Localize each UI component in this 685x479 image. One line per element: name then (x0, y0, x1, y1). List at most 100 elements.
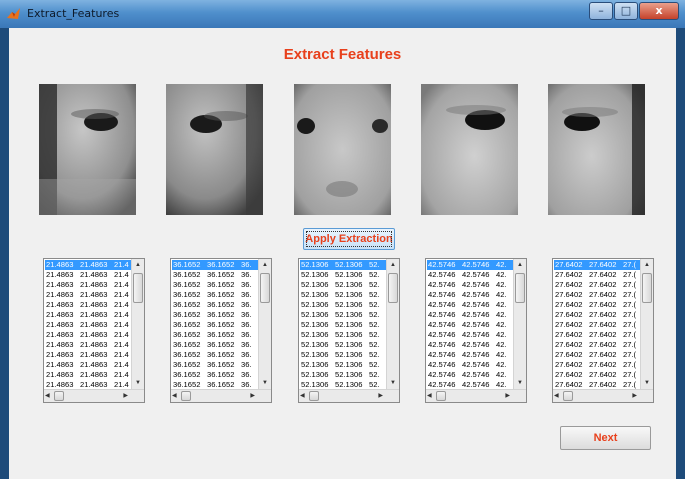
list-item[interactable]: 42.5746 42.5746 42. (427, 260, 513, 270)
list-item[interactable]: 21.4863 21.4863 21.4 (45, 270, 131, 280)
list-item[interactable]: 27.6402 27.6402 27.( (554, 310, 640, 320)
maximize-button[interactable]: □ (614, 2, 638, 20)
feature-list-2[interactable]: 36.1652 36.1652 36. 36.1652 36.1652 36. 36.165… (170, 258, 272, 403)
list-item[interactable]: 52.1306 52.1306 52. (300, 320, 386, 330)
list-item[interactable]: 52.1306 52.1306 52. (300, 330, 386, 340)
next-button[interactable]: Next (560, 426, 651, 450)
scroll-right-icon[interactable]: ▶ (632, 390, 637, 402)
scroll-up-icon[interactable]: ▲ (387, 259, 399, 271)
scroll-right-icon[interactable]: ▶ (123, 390, 128, 402)
list-item[interactable]: 36.1652 36.1652 36. (172, 310, 258, 320)
list-item[interactable]: 21.4863 21.4863 21.4 (45, 340, 131, 350)
list-item[interactable]: 27.6402 27.6402 27.( (554, 300, 640, 310)
feature-list-5[interactable]: 27.6402 27.6402 27.(27.6402 27.6402 27.(27.6… (552, 258, 654, 403)
scroll-up-icon[interactable]: ▲ (132, 259, 144, 271)
list-item[interactable]: 42.5746 42.5746 42. (427, 300, 513, 310)
list-item[interactable]: 27.6402 27.6402 27.( (554, 260, 640, 270)
scroll-thumb[interactable] (133, 273, 143, 303)
scroll-up-icon[interactable]: ▲ (514, 259, 526, 271)
list-item[interactable]: 27.6402 27.6402 27.( (554, 370, 640, 380)
list-item[interactable]: 52.1306 52.1306 52. (300, 280, 386, 290)
scroll-down-icon[interactable]: ▼ (387, 377, 399, 389)
list-item[interactable]: 27.6402 27.6402 27.( (554, 350, 640, 360)
list-item[interactable]: 36.1652 36.1652 36. (172, 260, 258, 270)
scroll-down-icon[interactable]: ▼ (514, 377, 526, 389)
vertical-scrollbar[interactable]: ▲ ▼ (513, 259, 526, 389)
list-item[interactable]: 27.6402 27.6402 27.( (554, 360, 640, 370)
scroll-left-icon[interactable]: ◀ (427, 390, 432, 402)
minimize-button[interactable]: – (589, 2, 613, 20)
scroll-left-icon[interactable]: ◀ (554, 390, 559, 402)
scroll-left-icon[interactable]: ◀ (300, 390, 305, 402)
scroll-left-icon[interactable]: ◀ (172, 390, 177, 402)
list-item[interactable]: 42.5746 42.5746 42. (427, 330, 513, 340)
list-item[interactable]: 52.1306 52.1306 52. (300, 260, 386, 270)
list-item[interactable]: 27.6402 27.6402 27.( (554, 320, 640, 330)
scroll-thumb[interactable] (563, 391, 573, 401)
list-item[interactable]: 52.1306 52.1306 52. (300, 340, 386, 350)
list-item[interactable]: 52.1306 52.1306 52. (300, 290, 386, 300)
vertical-scrollbar[interactable]: ▲ ▼ (131, 259, 144, 389)
scroll-up-icon[interactable]: ▲ (641, 259, 653, 271)
list-item[interactable]: 21.4863 21.4863 21.4 (45, 330, 131, 340)
list-item[interactable]: 21.4863 21.4863 21.4 (45, 260, 131, 270)
scroll-thumb[interactable] (181, 391, 191, 401)
vertical-scrollbar[interactable]: ▲ ▼ (258, 259, 271, 389)
list-item[interactable]: 42.5746 42.5746 42. (427, 310, 513, 320)
list-item[interactable]: 52.1306 52.1306 52. (300, 360, 386, 370)
scroll-down-icon[interactable]: ▼ (641, 377, 653, 389)
list-item[interactable]: 27.6402 27.6402 27.( (554, 290, 640, 300)
feature-list-1[interactable]: 21.4863 21.4863 21.4 21.4863 21.4863 21.4 21.4… (43, 258, 145, 403)
scroll-thumb[interactable] (436, 391, 446, 401)
list-item[interactable]: 52.1306 52.1306 52. (300, 370, 386, 380)
list-item[interactable]: 27.6402 27.6402 27.( (554, 280, 640, 290)
list-item[interactable]: 36.1652 36.1652 36. (172, 330, 258, 340)
list-item[interactable]: 42.5746 42.5746 42. (427, 350, 513, 360)
scroll-right-icon[interactable]: ▶ (505, 390, 510, 402)
scroll-thumb[interactable] (260, 273, 270, 303)
horizontal-scrollbar[interactable]: ◀ ▶ (44, 389, 144, 402)
scroll-thumb[interactable] (309, 391, 319, 401)
list-item[interactable]: 42.5746 42.5746 42. (427, 320, 513, 330)
list-item[interactable]: 36.1652 36.1652 36. (172, 270, 258, 280)
list-item[interactable]: 36.1652 36.1652 36. (172, 370, 258, 380)
scroll-thumb[interactable] (54, 391, 64, 401)
list-item[interactable]: 21.4863 21.4863 21.4 (45, 310, 131, 320)
list-item[interactable]: 36.1652 36.1652 36. (172, 360, 258, 370)
list-item[interactable]: 21.4863 21.4863 21.4 (45, 280, 131, 290)
vertical-scrollbar[interactable]: ▲ ▼ (386, 259, 399, 389)
scroll-thumb[interactable] (515, 273, 525, 303)
scroll-right-icon[interactable]: ▶ (250, 390, 255, 402)
list-item[interactable]: 36.1652 36.1652 36. (172, 350, 258, 360)
horizontal-scrollbar[interactable]: ◀ ▶ (299, 389, 399, 402)
scroll-up-icon[interactable]: ▲ (259, 259, 271, 271)
list-item[interactable]: 42.5746 42.5746 42. (427, 340, 513, 350)
list-item[interactable]: 42.5746 42.5746 42. (427, 290, 513, 300)
list-item[interactable]: 36.1652 36.1652 36. (172, 300, 258, 310)
list-item[interactable]: 21.4863 21.4863 21.4 (45, 290, 131, 300)
list-item[interactable]: 42.5746 42.5746 42. (427, 360, 513, 370)
horizontal-scrollbar[interactable]: ◀ ▶ (553, 389, 653, 402)
scroll-right-icon[interactable]: ▶ (378, 390, 383, 402)
apply-extraction-button[interactable]: Apply Extraction (303, 228, 395, 250)
horizontal-scrollbar[interactable]: ◀ ▶ (171, 389, 271, 402)
list-item[interactable]: 21.4863 21.4863 21.4 (45, 320, 131, 330)
list-item[interactable]: 42.5746 42.5746 42. (427, 370, 513, 380)
list-item[interactable]: 52.1306 52.1306 52. (300, 270, 386, 280)
list-item[interactable]: 36.1652 36.1652 36. (172, 280, 258, 290)
list-item[interactable]: 27.6402 27.6402 27.( (554, 270, 640, 280)
list-item[interactable]: 42.5746 42.5746 42. (427, 280, 513, 290)
list-item[interactable]: 52.1306 52.1306 52. (300, 350, 386, 360)
scroll-thumb[interactable] (642, 273, 652, 303)
feature-list-4[interactable]: 42.5746 42.5746 42. 42.5746 42.5746 42. 42.574… (425, 258, 527, 403)
list-item[interactable]: 21.4863 21.4863 21.4 (45, 370, 131, 380)
list-item[interactable]: 27.6402 27.6402 27.( (554, 340, 640, 350)
list-item[interactable]: 27.6402 27.6402 27.( (554, 330, 640, 340)
list-item[interactable]: 36.1652 36.1652 36. (172, 320, 258, 330)
list-item[interactable]: 52.1306 52.1306 52. (300, 310, 386, 320)
scroll-down-icon[interactable]: ▼ (132, 377, 144, 389)
close-button[interactable]: x (639, 2, 679, 20)
title-bar[interactable]: Extract_Features – □ x (0, 0, 685, 28)
list-item[interactable]: 52.1306 52.1306 52. (300, 300, 386, 310)
scroll-thumb[interactable] (388, 273, 398, 303)
